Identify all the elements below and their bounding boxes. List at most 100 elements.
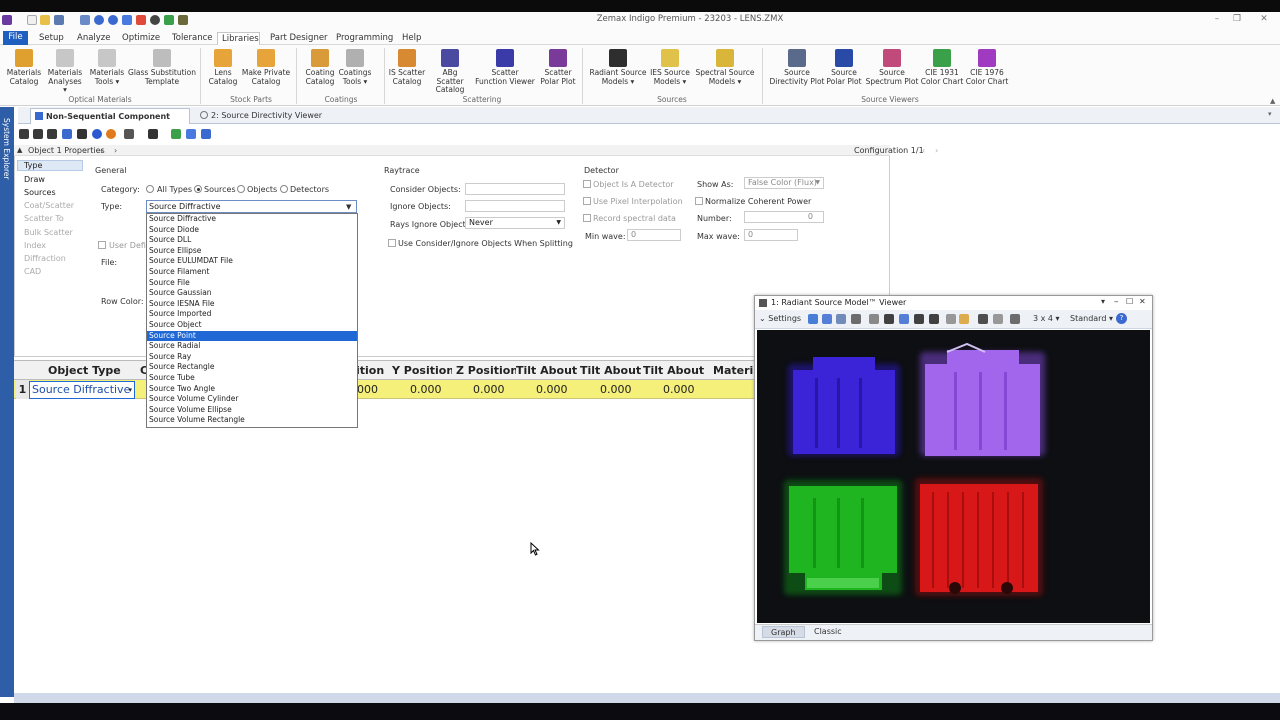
menu-part-designer[interactable]: Part Designer (266, 32, 332, 45)
ribbon-button-18[interactable]: CIE 1931 Color Chart (920, 47, 964, 86)
ribbon-button-13[interactable]: IES Source Models ▾ (648, 47, 692, 86)
normalize-checkbox[interactable] (695, 197, 703, 205)
tab-graph[interactable]: Graph (762, 626, 805, 638)
type-option[interactable]: Source Ray (147, 352, 357, 363)
record-spectral-checkbox[interactable] (583, 214, 591, 222)
type-option[interactable]: Source Diode (147, 225, 357, 236)
zoom-icon[interactable] (62, 129, 72, 139)
collapse-icon[interactable]: ▲ (17, 146, 22, 154)
table-cell[interactable]: 0.000 (600, 383, 632, 396)
prev-object-icon[interactable]: ‹ (100, 146, 103, 155)
ribbon-button-6[interactable]: Coating Catalog (303, 47, 337, 86)
type-option[interactable]: Source Diffractive (147, 214, 357, 225)
layout-icon[interactable] (959, 314, 969, 324)
lock-icon[interactable] (164, 15, 174, 25)
menu-help[interactable]: Help (398, 32, 425, 45)
help-icon[interactable]: ? (1116, 313, 1127, 324)
ribbon-button-4[interactable]: Lens Catalog (205, 47, 241, 86)
viewer-menu-icon[interactable]: ▾ (1101, 297, 1105, 306)
type-option[interactable]: Source Ellipse (147, 246, 357, 257)
next-config-icon[interactable]: › (935, 146, 938, 155)
redo-icon[interactable] (108, 15, 118, 25)
type-option[interactable]: Source Volume Cylinder (147, 394, 357, 405)
refresh-icon[interactable] (19, 129, 29, 139)
column-header[interactable]: Object Type (48, 364, 136, 377)
save-icon[interactable] (54, 15, 64, 25)
table-cell[interactable]: 0.000 (473, 383, 505, 396)
consider-objects-input[interactable] (465, 183, 565, 195)
viewer-maximize-icon[interactable]: ☐ (1126, 297, 1133, 306)
minimize-button[interactable]: – (1210, 14, 1224, 25)
ribbon-button-16[interactable]: Source Polar Plot (825, 47, 863, 86)
line-icon[interactable] (914, 314, 924, 324)
square-icon[interactable] (884, 314, 894, 324)
prev-config-icon[interactable]: ‹ (922, 146, 925, 155)
type-select[interactable]: Source Diffractive (146, 200, 357, 213)
undo-icon[interactable] (94, 15, 104, 25)
table-cell[interactable]: 0.000 (536, 383, 568, 396)
column-header[interactable]: Tilt About Y (580, 364, 642, 377)
radio-detectors[interactable] (280, 185, 288, 193)
nav-bulk-scatter[interactable]: Bulk Scatter (24, 228, 73, 237)
rays-ignore-select[interactable]: Never ▼ (465, 217, 565, 229)
ribbon-button-19[interactable]: CIE 1976 Color Chart (963, 47, 1011, 86)
save-icon[interactable] (836, 314, 846, 324)
nav-scatter-to[interactable]: Scatter To (24, 214, 64, 223)
grid-icon[interactable] (978, 314, 988, 324)
table-cell[interactable]: 0.000 (410, 383, 442, 396)
object-type-cell[interactable]: Source Diffractive ▾ (29, 381, 135, 399)
update-icon[interactable] (122, 15, 132, 25)
type-option[interactable]: Source Imported (147, 309, 357, 320)
nav-cad[interactable]: CAD (24, 267, 41, 276)
type-option[interactable]: Source Volume Ellipse (147, 405, 357, 416)
open-folder-icon[interactable] (40, 15, 50, 25)
radio-objects[interactable] (237, 185, 245, 193)
menu-file[interactable]: File (3, 31, 28, 45)
ribbon-button-5[interactable]: Make Private Catalog (241, 47, 291, 86)
grid-icon[interactable] (77, 129, 87, 139)
ribbon-button-14[interactable]: Spectral Source Models ▾ (695, 47, 755, 86)
help-icon[interactable] (201, 129, 211, 139)
max-wave-input[interactable]: 0 (744, 229, 798, 241)
orange-dot-icon[interactable] (106, 129, 116, 139)
settings-button[interactable]: ⌄ Settings (759, 314, 801, 323)
ribbon-button-9[interactable]: ABg Scatter Catalog (428, 47, 472, 95)
ignore-objects-input[interactable] (465, 200, 565, 212)
viewer-minimize-icon[interactable]: – (1114, 297, 1119, 307)
type-option[interactable]: Source IESNA File (147, 299, 357, 310)
ribbon-button-11[interactable]: Scatter Polar Plot (538, 47, 578, 86)
column-header[interactable]: Tilt About Z (643, 364, 705, 377)
z-axis-icon[interactable] (148, 129, 158, 139)
use-consider-checkbox[interactable] (388, 239, 396, 247)
user-defined-checkbox[interactable] (98, 241, 106, 249)
ribbon-button-3[interactable]: Glass Substitution Template (128, 47, 196, 86)
arrow-icon[interactable] (899, 314, 909, 324)
text-icon[interactable] (929, 314, 939, 324)
arrows-icon[interactable] (171, 129, 181, 139)
use-pixel-checkbox[interactable] (583, 197, 591, 205)
settings-icon[interactable] (150, 15, 160, 25)
radio-sources[interactable] (194, 185, 202, 193)
ribbon-button-10[interactable]: Scatter Function Viewer (474, 47, 536, 86)
ribbon-button-17[interactable]: Source Spectrum Plot (865, 47, 919, 86)
ribbon-button-8[interactable]: IS Scatter Catalog (388, 47, 426, 86)
viewer-close-icon[interactable]: ✕ (1139, 297, 1146, 306)
tab-source-directivity-viewer[interactable]: 2: Source Directivity Viewer (196, 108, 326, 124)
close-button[interactable]: ✕ (1252, 14, 1276, 25)
object-is-detector-checkbox[interactable] (583, 180, 591, 188)
tab-menu-icon[interactable]: ▾ (1268, 110, 1272, 118)
nav-index[interactable]: Index (24, 241, 46, 250)
menu-programming[interactable]: Programming (332, 32, 397, 45)
layout-select[interactable]: 3 x 4 ▾ (1033, 314, 1060, 323)
restore-button[interactable]: ❐ (1230, 14, 1244, 25)
chevron-down-icon[interactable]: ▼ (346, 203, 351, 211)
menu-tolerance[interactable]: Tolerance (168, 32, 217, 45)
type-option[interactable]: Source Tube (147, 373, 357, 384)
menu-analyze[interactable]: Analyze (73, 32, 115, 45)
new-file-icon[interactable] (27, 15, 37, 25)
show-as-select[interactable]: False Color (Flux) ▼ (744, 177, 824, 189)
ribbon-button-2[interactable]: Materials Tools ▾ (88, 47, 126, 86)
next-object-icon[interactable]: › (114, 146, 117, 155)
type-option[interactable]: Source EULUMDAT File (147, 256, 357, 267)
nav-diffraction[interactable]: Diffraction (24, 254, 66, 263)
